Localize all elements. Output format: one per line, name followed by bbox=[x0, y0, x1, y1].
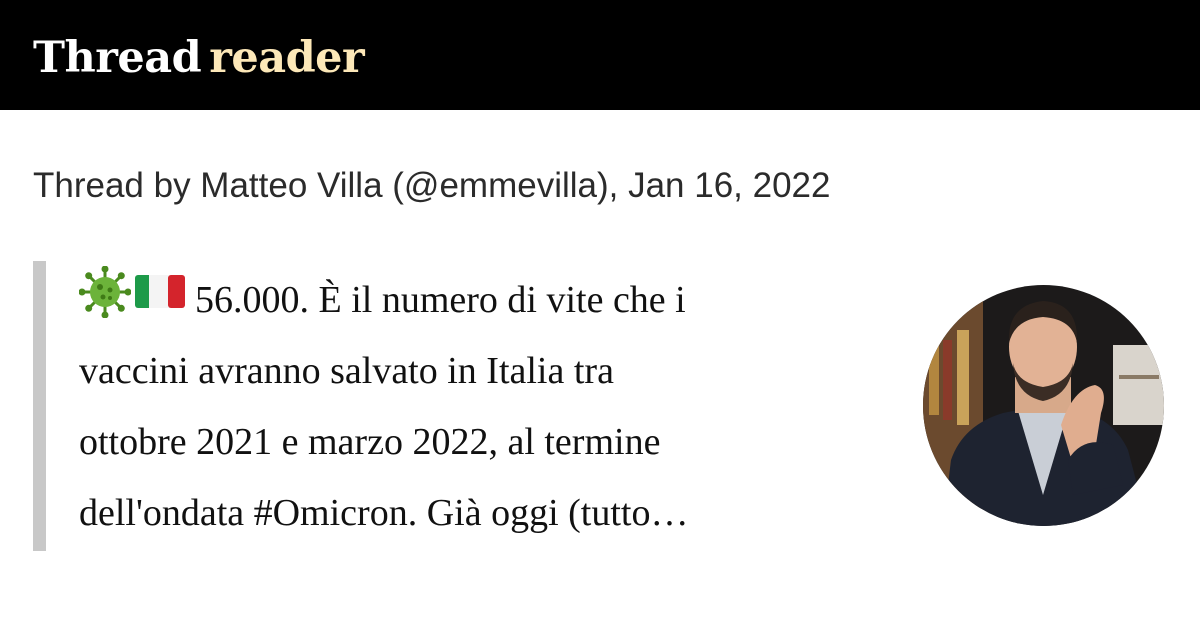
tweet-text: 56.000. È il numero di vite che i vaccin… bbox=[79, 265, 879, 549]
quote-bar bbox=[33, 261, 46, 551]
tweet-line-1-text: 56.000. È il numero di vite che i bbox=[195, 279, 686, 321]
virus-icon bbox=[79, 266, 131, 318]
italy-flag-icon bbox=[135, 275, 185, 308]
logo-thread-text: Thread bbox=[33, 33, 202, 83]
author-avatar-icon bbox=[923, 285, 1164, 526]
site-header: Thread reader bbox=[0, 0, 1200, 110]
tweet-line-3: ottobre 2021 e marzo 2022, al termine bbox=[79, 421, 661, 463]
tweet-line-2: vaccini avranno salvato in Italia tra bbox=[79, 350, 614, 392]
logo-reader-text: reader bbox=[209, 33, 365, 83]
threadreader-logo[interactable]: Thread reader bbox=[33, 30, 365, 86]
tweet-line-1: 56.000. È il numero di vite che i bbox=[79, 265, 879, 336]
thread-byline: Thread by Matteo Villa (@emmevilla), Jan… bbox=[33, 166, 831, 205]
author-avatar[interactable] bbox=[923, 285, 1164, 526]
tweet-line-4: dell'ondata #Omicron. Già oggi (tutto… bbox=[79, 492, 689, 534]
